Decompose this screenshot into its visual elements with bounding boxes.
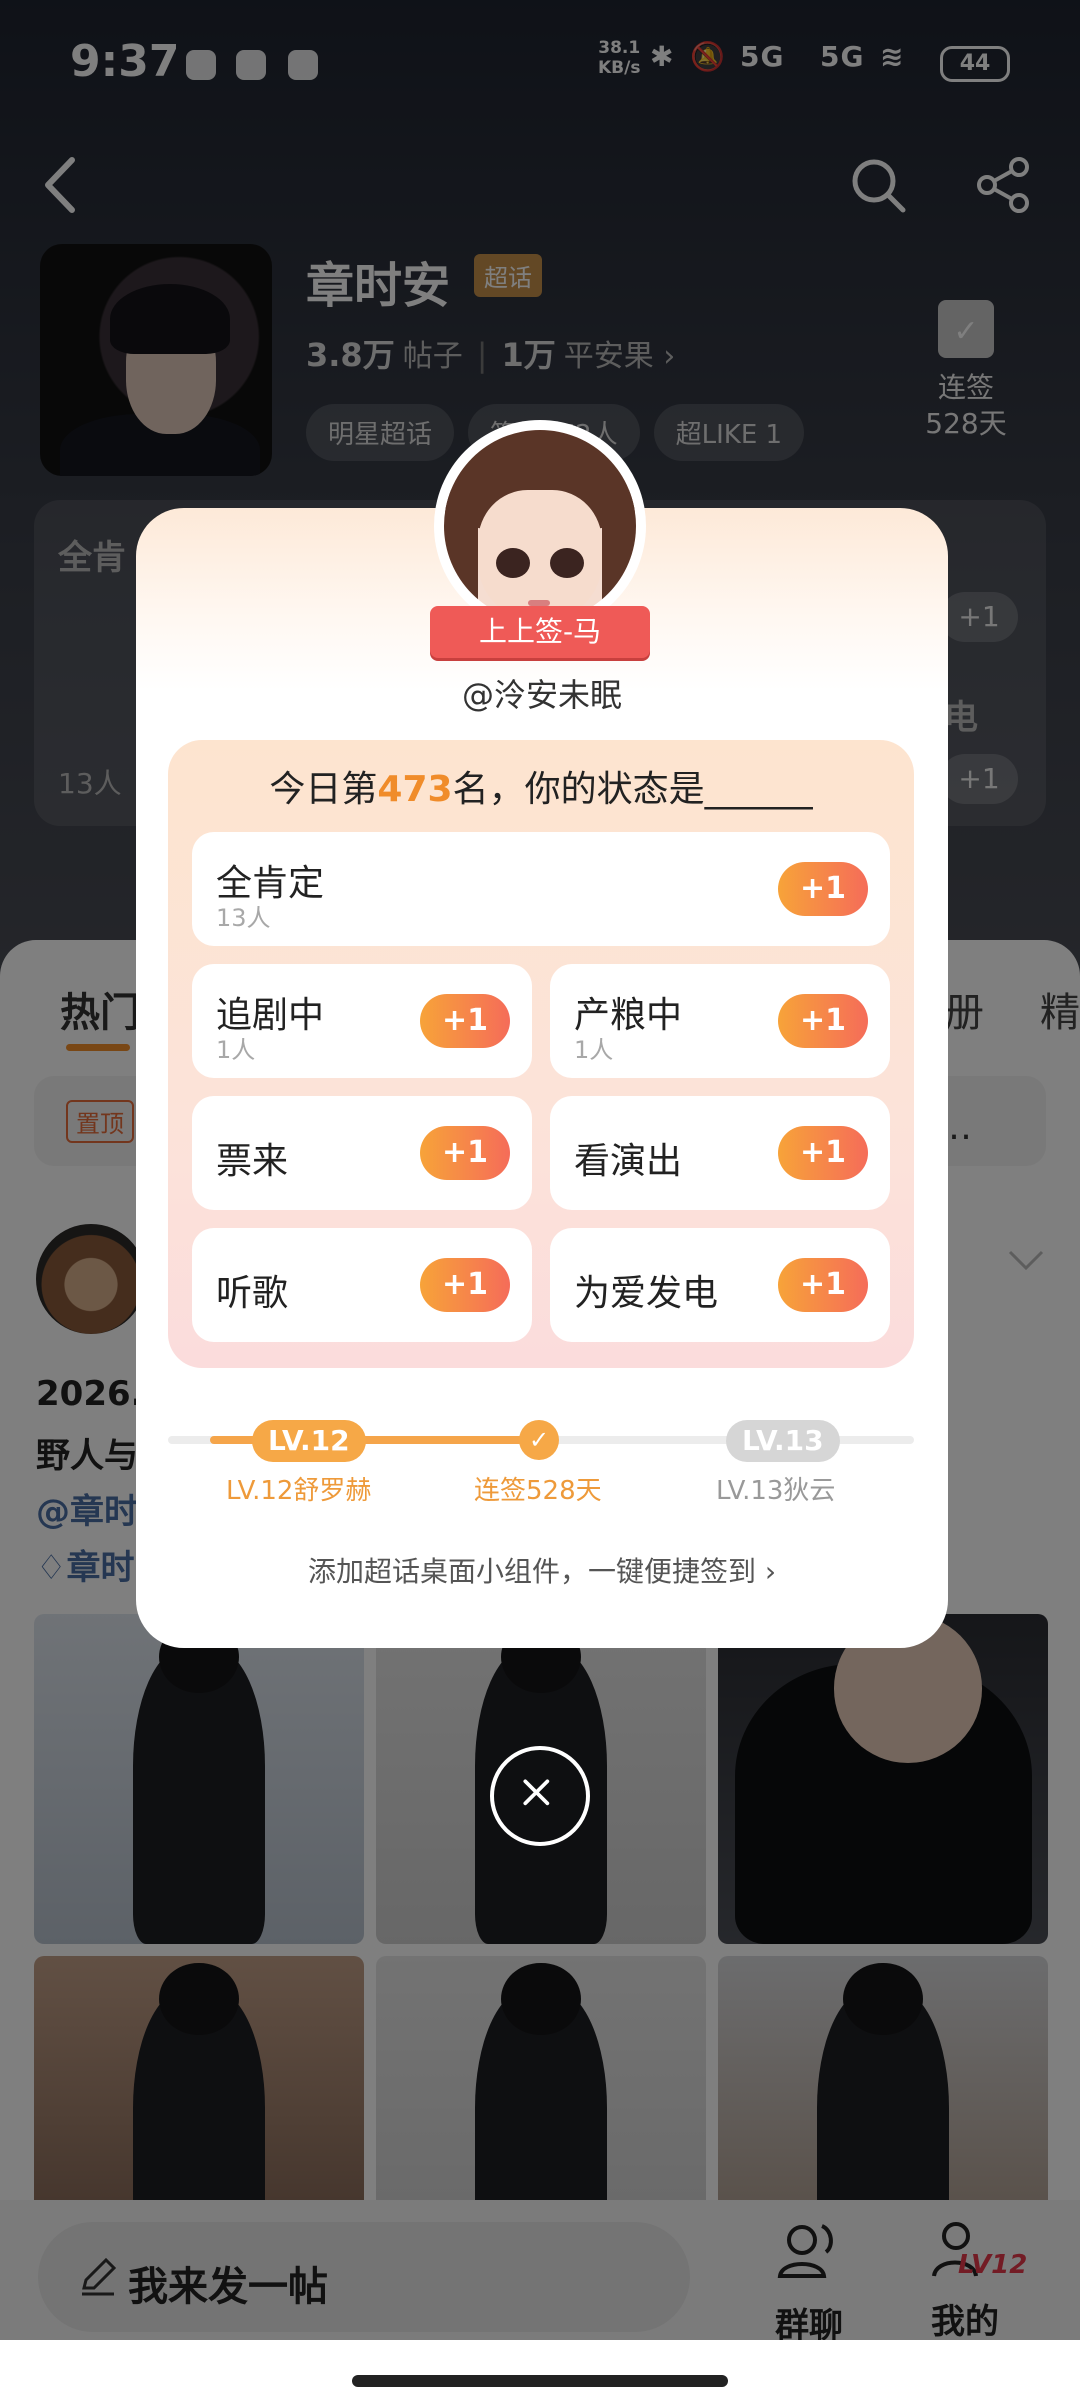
option-count: 1人	[216, 1036, 256, 1064]
next-level-pill: LV.13	[726, 1420, 840, 1462]
close-dialog-button[interactable]	[490, 1746, 590, 1846]
plus-one-button[interactable]: +1	[420, 994, 510, 1048]
gesture-bar-area	[0, 2340, 1080, 2401]
option-tingge[interactable]: 听歌 +1	[192, 1228, 532, 1342]
option-count: 13人	[216, 904, 271, 932]
checkin-rank: 473	[377, 769, 453, 810]
option-count: 1人	[574, 1036, 614, 1064]
option-chanliang[interactable]: 产粮中 1人 +1	[550, 964, 890, 1078]
username: @泠安未眠	[461, 676, 622, 714]
plus-one-button[interactable]: +1	[420, 1126, 510, 1180]
fortune-ribbon: 上上签-马	[416, 606, 664, 658]
plus-one-button[interactable]: +1	[778, 1258, 868, 1312]
option-kanyanchu[interactable]: 看演出 +1	[550, 1096, 890, 1210]
option-name: 听歌	[216, 1273, 289, 1314]
home-indicator[interactable]	[352, 2375, 728, 2387]
option-name: 票来	[216, 1141, 289, 1182]
plus-one-button[interactable]: +1	[778, 994, 868, 1048]
current-level-label: LV.12舒罗赫	[226, 1476, 372, 1506]
close-icon	[523, 1779, 550, 1806]
current-level-pill: LV.12	[252, 1420, 366, 1462]
plus-one-button[interactable]: +1	[778, 862, 868, 916]
option-name: 为爱发电	[574, 1273, 719, 1314]
streak-label: 连签528天	[474, 1476, 602, 1506]
plus-one-button[interactable]: +1	[420, 1258, 510, 1312]
check-icon: ✓	[519, 1420, 559, 1460]
option-quanding[interactable]: 全肯定 13人 +1	[192, 832, 890, 946]
option-piaolai[interactable]: 票来 +1	[192, 1096, 532, 1210]
user-avatar	[434, 420, 646, 632]
option-zhuiju[interactable]: 追剧中 1人 +1	[192, 964, 532, 1078]
next-level-label: LV.13狄云	[716, 1476, 836, 1506]
option-name: 看演出	[574, 1141, 683, 1182]
status-question: 今日第473名，你的状态是______	[269, 769, 813, 810]
plus-one-button[interactable]: +1	[778, 1126, 868, 1180]
add-widget-link[interactable]: 添加超话桌面小组件，一键便捷签到 ›	[136, 1550, 948, 1590]
option-weiaifadian[interactable]: 为爱发电 +1	[550, 1228, 890, 1342]
